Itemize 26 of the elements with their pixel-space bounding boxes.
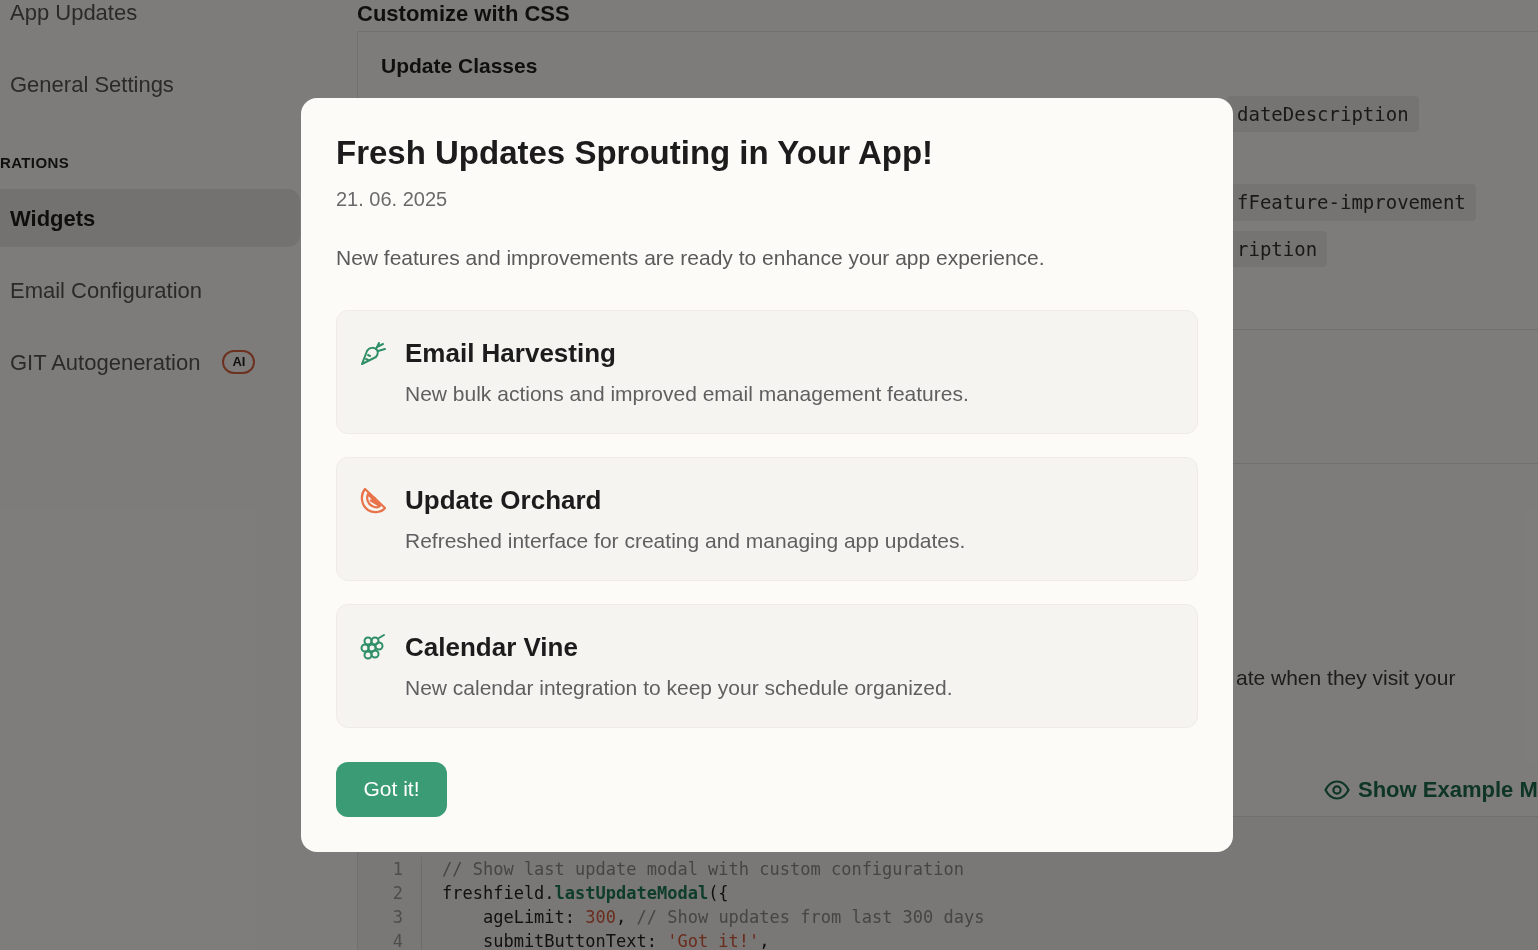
feature-description: New calendar integration to keep your schedule organized. xyxy=(405,674,953,701)
description-text: ate when they visit your xyxy=(1236,665,1457,691)
class-chip: dateDescription xyxy=(1227,95,1419,132)
update-date: 21. 06. 2025 xyxy=(336,187,449,212)
section-heading: RATIONS xyxy=(0,152,69,173)
sidebar-item[interactable]: App Updates xyxy=(0,0,300,41)
show-example-link[interactable]: Show Example M xyxy=(1324,773,1538,806)
feature-description: Refreshed interface for creating and managing app updates. xyxy=(405,527,966,554)
modal-title: Fresh Updates Sprouting in Your App! xyxy=(336,133,935,173)
eye-icon xyxy=(1324,779,1350,800)
item-label: GIT Autogeneration xyxy=(10,348,201,377)
feature-title: Calendar Vine xyxy=(405,630,579,663)
got-it-button[interactable]: Got it! xyxy=(336,761,447,817)
feature-description: New bulk actions and improved email management features. xyxy=(405,380,969,407)
sidebar-item[interactable]: Email Configuration xyxy=(0,261,300,319)
modal-description: New features and improvements are ready to enhance your app experience. xyxy=(336,245,1046,271)
feature-title: Update Orchard xyxy=(405,483,603,516)
code-line: submitButtonText: 'Got it!', xyxy=(481,930,771,950)
sidebar-item[interactable]: General Settings xyxy=(0,55,300,113)
code-line: freshfield.lastUpdateModal({ xyxy=(442,882,730,905)
sidebar-item[interactable]: Widgets xyxy=(0,189,300,247)
sidebar-item[interactable]: GIT Autogeneration AI xyxy=(0,333,300,391)
section-title: Customize with CSS xyxy=(357,0,570,28)
subsection-title: Update Classes xyxy=(381,53,539,79)
feature-title: Email Harvesting xyxy=(405,336,617,369)
ai-badge: AI xyxy=(222,350,256,374)
